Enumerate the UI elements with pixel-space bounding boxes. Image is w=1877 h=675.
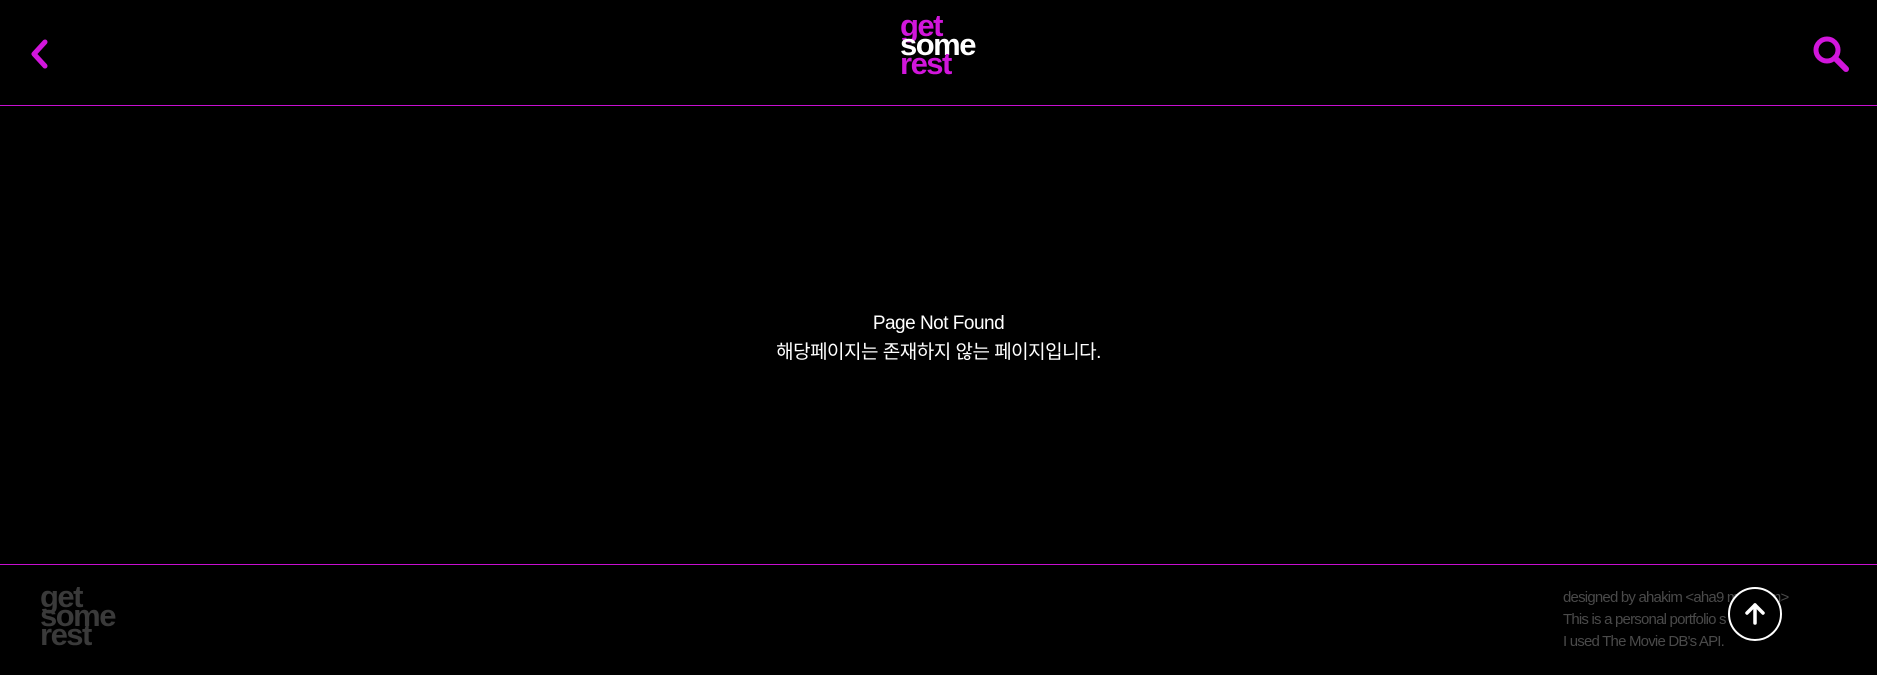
footer-api-line: I used The Movie DB's API.	[1563, 633, 1725, 650]
footer: get some rest designed by ahakim <aha9 m…	[0, 564, 1877, 675]
footer-info: designed by ahakim <aha9 mail.com> This …	[1563, 587, 1863, 653]
not-found-message: Page Not Found 해당페이지는 존재하지 않는 페이지입니다.	[0, 309, 1877, 367]
logo-word-rest: rest	[900, 46, 952, 81]
search-button[interactable]	[1811, 34, 1851, 74]
footer-portfolio-line: This is a personal portfolio s	[1563, 611, 1727, 628]
scroll-to-top-button[interactable]	[1728, 587, 1782, 641]
error-title: Page Not Found	[872, 313, 1005, 334]
main-content: Page Not Found 해당페이지는 존재하지 않는 페이지입니다.	[0, 106, 1877, 564]
header: get some rest	[0, 0, 1877, 106]
footer-credit-line: designed by ahakim <aha9 mail.com>	[1563, 589, 1789, 606]
error-subtitle: 해당페이지는 존재하지 않는 페이지입니다.	[776, 342, 1101, 363]
arrow-up-icon	[1745, 603, 1765, 625]
site-logo[interactable]: get some rest	[900, 10, 990, 81]
chevron-left-icon	[31, 39, 48, 69]
page: get some rest Page Not Found 해당페이지는 존재하지…	[0, 0, 1877, 675]
footer-logo: get some rest	[40, 581, 130, 652]
search-icon	[1813, 36, 1849, 72]
back-button[interactable]	[26, 36, 54, 72]
footer-logo-word-rest: rest	[40, 617, 92, 652]
